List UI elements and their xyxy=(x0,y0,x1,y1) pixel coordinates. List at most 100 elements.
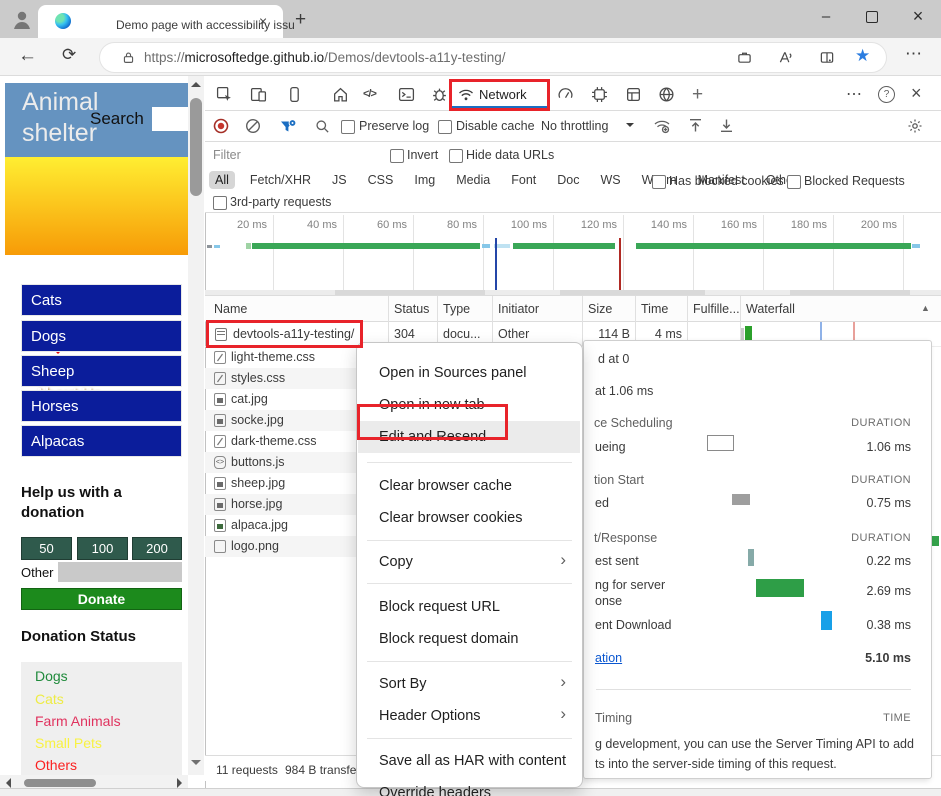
clear-network-log-icon[interactable] xyxy=(245,118,261,134)
column-initiator[interactable]: Initiator xyxy=(498,302,539,316)
filter-img[interactable]: Img xyxy=(408,171,441,189)
column-time[interactable]: Time xyxy=(641,302,668,316)
menu-block-request-domain[interactable]: Block request domain xyxy=(358,623,580,655)
performance-icon[interactable] xyxy=(557,86,574,103)
filter-fetch-xhr[interactable]: Fetch/XHR xyxy=(244,171,317,189)
search-icon[interactable] xyxy=(315,119,330,134)
preserve-log-label[interactable]: Preserve log xyxy=(359,119,429,133)
more-tools-plus-icon[interactable]: + xyxy=(692,84,703,106)
scroll-up-icon[interactable] xyxy=(191,82,201,87)
has-blocked-cookies-checkbox[interactable] xyxy=(652,175,666,189)
minimize-button[interactable]: – xyxy=(803,0,849,33)
record-network-log-icon[interactable] xyxy=(213,118,229,134)
console-icon[interactable] xyxy=(398,86,415,103)
memory-icon[interactable] xyxy=(591,86,608,103)
page-vertical-scroll-thumb[interactable] xyxy=(190,98,202,196)
menu-save-all-har[interactable]: Save all as HAR with content xyxy=(358,745,580,777)
blocked-requests-checkbox[interactable] xyxy=(787,175,801,189)
menu-copy[interactable]: Copy› xyxy=(358,546,580,578)
third-party-label[interactable]: 3rd-party requests xyxy=(230,195,331,209)
welcome-home-icon[interactable] xyxy=(332,86,349,103)
filter-font[interactable]: Font xyxy=(505,171,542,189)
issues-bug-icon[interactable] xyxy=(431,86,448,103)
settings-more-icon[interactable]: ⋯ xyxy=(905,44,922,64)
invert-label[interactable]: Invert xyxy=(407,148,438,162)
sheep-button[interactable]: Sheep xyxy=(21,355,182,387)
blocked-requests-label[interactable]: Blocked Requests xyxy=(804,174,905,188)
browser-tab[interactable]: Demo page with accessibility issu × xyxy=(38,5,283,38)
hide-data-urls-checkbox[interactable] xyxy=(449,149,463,163)
page-horizontal-scroll-thumb[interactable] xyxy=(24,779,96,787)
disable-cache-checkbox[interactable] xyxy=(438,120,452,134)
column-waterfall[interactable]: Waterfall xyxy=(746,302,795,316)
back-icon[interactable]: ← xyxy=(18,45,37,67)
address-bar[interactable]: https://microsoftedge.github.io/Demos/de… xyxy=(100,43,886,72)
filter-media[interactable]: Media xyxy=(450,171,496,189)
filter-all[interactable]: All xyxy=(209,171,235,189)
column-fulfilled[interactable]: Fulfille... xyxy=(693,302,740,316)
invert-checkbox[interactable] xyxy=(390,149,404,163)
network-conditions-globe-icon[interactable] xyxy=(658,86,675,103)
refresh-icon[interactable]: ⟳ xyxy=(62,45,76,65)
amount-50-button[interactable]: 50 xyxy=(21,537,72,560)
menu-header-options[interactable]: Header Options› xyxy=(358,700,580,732)
amount-200-button[interactable]: 200 xyxy=(132,537,182,560)
disable-cache-label[interactable]: Disable cache xyxy=(456,119,535,133)
application-icon[interactable] xyxy=(625,86,642,103)
dogs-button[interactable]: Dogs xyxy=(21,320,182,352)
scroll-left-icon[interactable] xyxy=(6,778,11,788)
amount-100-button[interactable]: 100 xyxy=(77,537,128,560)
column-size[interactable]: Size xyxy=(588,302,612,316)
device-emulation-icon[interactable] xyxy=(250,86,267,103)
alpacas-button[interactable]: Alpacas xyxy=(21,425,182,457)
hide-data-urls-label[interactable]: Hide data URLs xyxy=(466,148,554,162)
menu-clear-browser-cache[interactable]: Clear browser cache xyxy=(358,470,580,502)
has-blocked-cookies-label[interactable]: Has blocked cookies xyxy=(669,174,784,188)
cats-button[interactable]: Cats xyxy=(21,284,182,316)
export-har-icon[interactable] xyxy=(719,117,734,134)
menu-sort-by[interactable]: Sort By› xyxy=(358,668,580,700)
maximize-button[interactable] xyxy=(849,0,895,33)
column-type[interactable]: Type xyxy=(443,302,470,316)
activity-bar-icon[interactable] xyxy=(286,86,303,103)
workspaces-icon[interactable] xyxy=(737,50,752,65)
menu-block-request-url[interactable]: Block request URL xyxy=(358,591,580,623)
preserve-log-checkbox[interactable] xyxy=(341,120,355,134)
filter-input[interactable]: Filter xyxy=(213,148,241,162)
help-icon[interactable]: ? xyxy=(878,86,895,103)
filter-js[interactable]: JS xyxy=(326,171,353,189)
scroll-down-icon[interactable] xyxy=(191,760,201,765)
devtools-close-icon[interactable]: × xyxy=(911,83,922,104)
tab-close-icon[interactable]: × xyxy=(259,13,267,29)
search-input[interactable] xyxy=(152,107,188,131)
filter-funnel-icon[interactable] xyxy=(279,118,297,135)
third-party-checkbox[interactable] xyxy=(213,196,227,210)
scroll-right-icon[interactable] xyxy=(177,778,182,788)
donate-button[interactable]: Donate xyxy=(21,588,182,610)
other-amount-input[interactable] xyxy=(58,562,182,582)
network-conditions-icon[interactable] xyxy=(653,118,671,134)
read-aloud-icon[interactable] xyxy=(778,50,794,65)
column-status[interactable]: Status xyxy=(394,302,429,316)
network-settings-gear-icon[interactable] xyxy=(907,118,923,134)
menu-open-in-sources[interactable]: Open in Sources panel xyxy=(358,357,580,389)
column-name[interactable]: Name xyxy=(214,302,247,316)
window-close-button[interactable]: × xyxy=(895,0,941,33)
menu-clear-browser-cookies[interactable]: Clear browser cookies xyxy=(358,502,580,534)
import-har-icon[interactable] xyxy=(688,117,703,134)
devtools-more-icon[interactable]: ⋯ xyxy=(846,84,862,104)
throttling-caret-icon[interactable] xyxy=(626,123,634,127)
sort-arrow-icon[interactable]: ▲ xyxy=(921,303,930,313)
throttling-dropdown[interactable]: No throttling xyxy=(541,119,608,133)
favorites-star-icon[interactable]: ★ xyxy=(855,46,870,66)
filter-doc[interactable]: Doc xyxy=(551,171,585,189)
new-tab-icon[interactable]: + xyxy=(295,9,306,31)
explanation-link[interactable]: ation xyxy=(595,651,622,665)
horses-button[interactable]: Horses xyxy=(21,390,182,422)
profile-avatar[interactable] xyxy=(10,7,34,31)
inspect-icon[interactable] xyxy=(216,86,233,103)
menu-override-headers[interactable]: Override headers xyxy=(358,777,580,796)
split-screen-icon[interactable] xyxy=(819,50,835,65)
filter-css[interactable]: CSS xyxy=(362,171,400,189)
elements-icon[interactable]: </> xyxy=(363,88,376,100)
